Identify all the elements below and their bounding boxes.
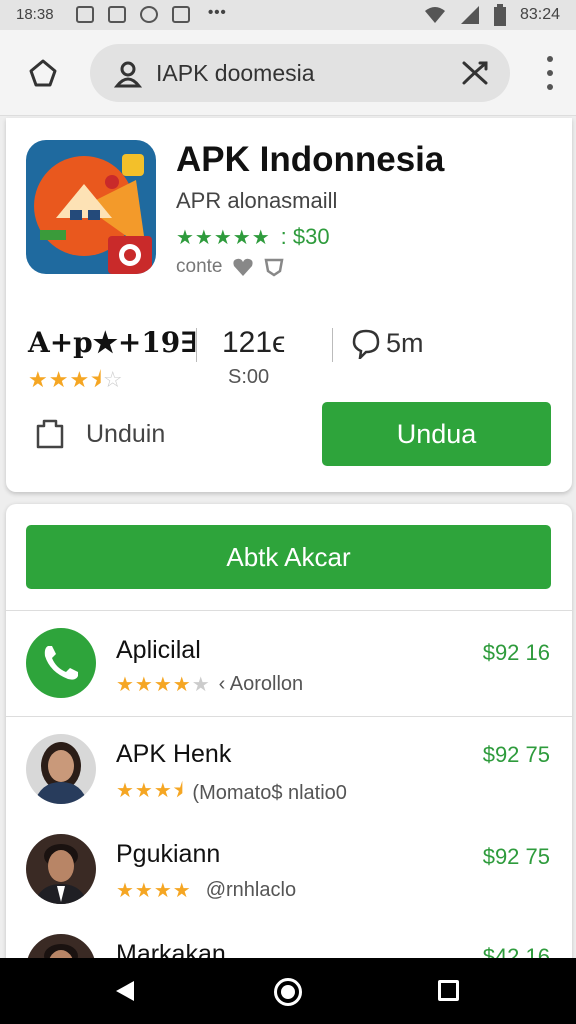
list-item-title: APK Henk: [116, 740, 232, 768]
list-divider: [6, 716, 572, 717]
stats-divider: [332, 328, 333, 362]
stat-reviews: 5m: [352, 328, 424, 359]
stat-rating: A+p★+19∃ ★★★⯨☆: [28, 326, 198, 401]
notification-icons: •••: [76, 4, 227, 23]
download-all-button[interactable]: Abtk Akcar: [26, 525, 551, 589]
status-clock: 83:24: [519, 6, 560, 23]
notification-k-icon: [76, 6, 94, 23]
list-item-title: Aplicilal: [116, 636, 201, 664]
home-nav-icon[interactable]: [274, 978, 302, 1006]
heart-icon[interactable]: [232, 257, 254, 277]
share-icon[interactable]: [460, 59, 490, 87]
app-detail-card: APK Indonnesia APR alonasmaill ★★★★★ : $…: [6, 118, 572, 492]
signal-icon: [460, 6, 479, 24]
save-label: Unduin: [86, 419, 166, 448]
list-divider: [6, 610, 572, 611]
save-button[interactable]: Unduin: [34, 418, 165, 450]
list-item-title: Pgukiann: [116, 840, 221, 868]
stat-rating-value: A+p★+19∃: [28, 326, 198, 359]
notification-icon: [172, 6, 190, 23]
back-icon[interactable]: [114, 980, 136, 1002]
man-avatar: [26, 834, 96, 904]
url-text[interactable]: IAPK doomesia: [156, 60, 315, 87]
app-meta-text: conte: [176, 256, 223, 277]
list-item-stars: ★★★⯨: [116, 780, 185, 802]
navigation-bar: [0, 958, 576, 1024]
shield-icon: [264, 258, 284, 277]
app-rating-row: ★★★★★ : $30: [176, 224, 330, 250]
list-item-price: $92 75: [482, 742, 550, 767]
list-item-subtitle: @rnhlaclo: [205, 879, 297, 901]
site-lock-icon: [114, 61, 142, 88]
list-item-price: $92 75: [482, 844, 550, 869]
overflow-menu-button[interactable]: [542, 56, 558, 90]
list-item[interactable]: Aplicilal ★★★★★ ‹ Aorollon $92 16: [6, 612, 572, 712]
related-apps-card: Abtk Akcar Aplicilal ★★★★★ ‹ Aorollon $9…: [6, 504, 572, 964]
browser-toolbar: IAPK doomesia: [0, 30, 576, 116]
stat-size: 121ϵ S:00: [222, 326, 285, 389]
list-item-subtitle: (Momato$ nlatio0: [192, 781, 347, 804]
stats-divider: [196, 328, 197, 362]
list-item-stars: ★★★★: [116, 880, 192, 902]
list-item-meta: ★★★★ @rnhlaclo: [116, 878, 296, 903]
battery-icon: [493, 4, 506, 26]
comment-icon: [352, 329, 380, 359]
play-icon: [140, 6, 158, 23]
stat-rating-stars: ★★★⯨☆: [28, 367, 124, 392]
url-bar[interactable]: IAPK doomesia: [90, 44, 510, 102]
app-price: : $30: [280, 224, 330, 249]
app-rating-stars: ★★★★★: [176, 226, 271, 249]
status-bar: 18:38 ••• 83:24: [0, 0, 576, 30]
app-developer[interactable]: APR alonasmaill: [176, 188, 337, 214]
phone-icon: [26, 628, 96, 698]
app-stats: A+p★+19∃ ★★★⯨☆ 121ϵ S:00 5m: [26, 326, 556, 396]
app-title: APK Indonnesia: [176, 140, 445, 179]
wifi-icon: [424, 7, 445, 23]
gallery-icon: [108, 6, 126, 23]
list-item-stars: ★★★★★: [116, 674, 211, 696]
app-meta: conte: [176, 256, 284, 278]
list-item-meta: ★★★⯨ (Momato$ nlatio0: [116, 776, 347, 810]
stat-reviews-value: 5m: [386, 328, 424, 358]
stat-size-sub: S:00: [228, 366, 270, 388]
list-item[interactable]: APK Henk ★★★⯨ (Momato$ nlatio0 $92 75: [6, 718, 572, 818]
more-notifications-icon: •••: [208, 4, 227, 21]
list-item-subtitle: ‹ Aorollon: [218, 673, 304, 695]
list-item-meta: ★★★★★ ‹ Aorollon: [116, 672, 303, 697]
status-time: 18:38: [16, 6, 54, 23]
bookmark-icon: [36, 419, 64, 449]
install-button[interactable]: Undua: [322, 402, 551, 466]
app-icon: [26, 140, 156, 274]
list-item-price: $92 16: [482, 640, 550, 665]
list-item[interactable]: Pgukiann ★★★★ @rnhlaclo $92 75: [6, 820, 572, 920]
recents-icon[interactable]: [438, 980, 459, 1001]
home-button[interactable]: [24, 54, 62, 92]
stat-size-value: 121ϵ: [222, 326, 286, 359]
home-icon: [29, 59, 57, 87]
woman-avatar: [26, 734, 96, 804]
